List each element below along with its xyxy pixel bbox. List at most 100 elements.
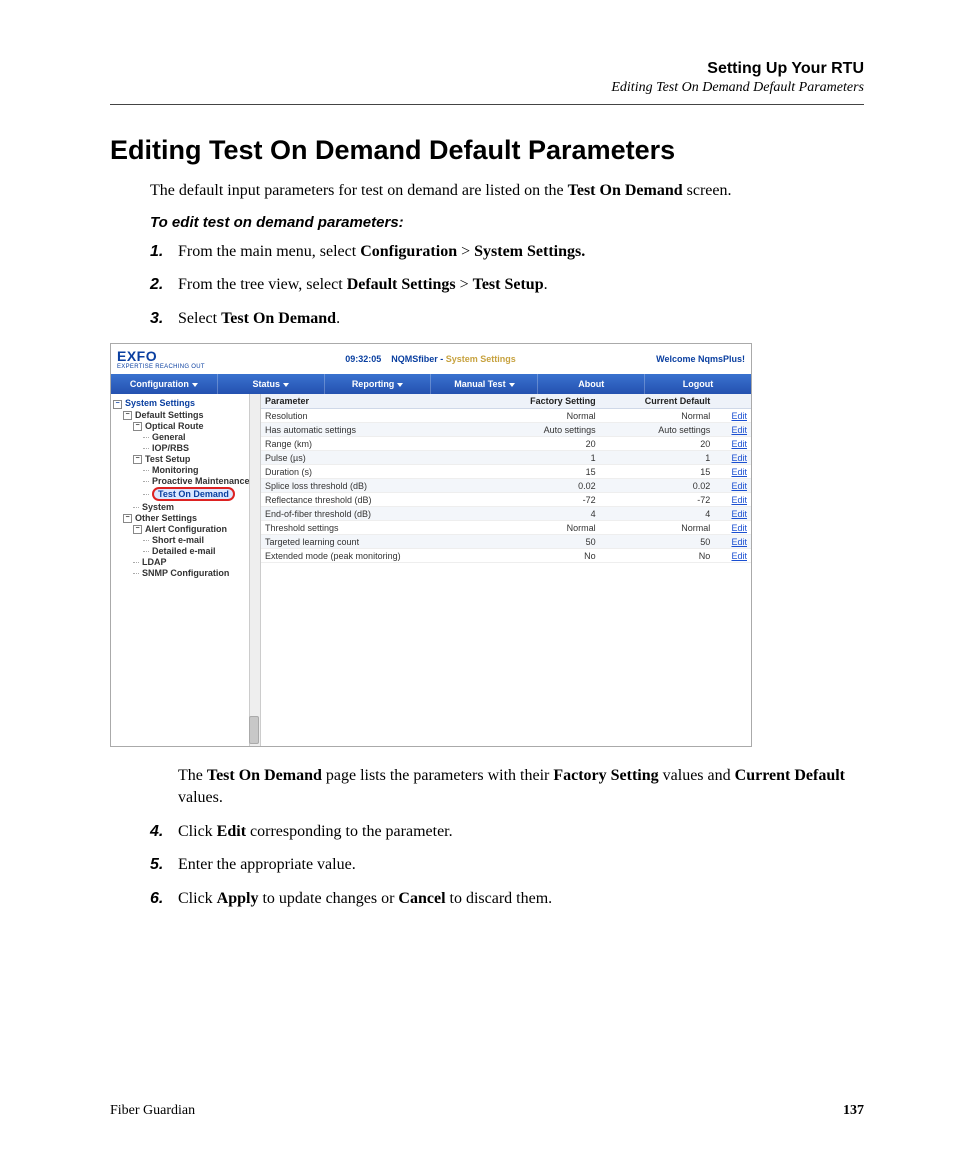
page-title: Editing Test On Demand Default Parameter… — [110, 135, 864, 166]
steps-list-a: 1. From the main menu, select Configurat… — [150, 241, 864, 330]
cell-factory: 20 — [485, 437, 600, 451]
step-3: 3. Select Test On Demand. — [150, 308, 864, 330]
cell-current: Auto settings — [600, 423, 715, 437]
menu-status[interactable]: Status — [218, 374, 325, 394]
tree-scrollbar[interactable] — [249, 394, 260, 746]
cell-factory: Normal — [485, 409, 600, 423]
cell-parameter: Has automatic settings — [261, 423, 485, 437]
tree-monitoring[interactable]: Monitoring — [143, 465, 258, 475]
tree-optical-route[interactable]: Optical Route General IOP/RBS — [133, 421, 258, 453]
table-row: Threshold settingsNormalNormalEdit — [261, 521, 751, 535]
cell-current: 0.02 — [600, 479, 715, 493]
step-number: 4. — [150, 821, 178, 843]
tree-system[interactable]: System — [133, 502, 258, 512]
cell-parameter: End-of-fiber threshold (dB) — [261, 507, 485, 521]
cell-parameter: Range (km) — [261, 437, 485, 451]
logo-tagline: EXPERTISE REACHING OUT — [117, 364, 205, 370]
step-body: Click Edit corresponding to the paramete… — [178, 821, 453, 843]
parameter-table: Parameter Factory Setting Current Defaul… — [261, 394, 751, 563]
cell-edit: Edit — [714, 451, 751, 465]
table-row: Has automatic settingsAuto settingsAuto … — [261, 423, 751, 437]
step-body: From the main menu, select Configuration… — [178, 241, 585, 263]
tree-snmp[interactable]: SNMP Configuration — [133, 568, 258, 578]
chapter-title: Setting Up Your RTU — [110, 60, 864, 78]
menu-about[interactable]: About — [538, 374, 645, 394]
edit-link[interactable]: Edit — [731, 439, 747, 449]
col-current-default: Current Default — [600, 394, 715, 409]
document-page: Setting Up Your RTU Editing Test On Dema… — [0, 0, 954, 1159]
menu-reporting[interactable]: Reporting — [325, 374, 432, 394]
tree-default-settings[interactable]: Default Settings Optical Route General I… — [123, 410, 258, 512]
edit-link[interactable]: Edit — [731, 523, 747, 533]
tree-ldap[interactable]: LDAP — [133, 557, 258, 567]
cell-current: 50 — [600, 535, 715, 549]
step-body: Select Test On Demand. — [178, 308, 340, 330]
step-number: 1. — [150, 241, 178, 263]
intro-pre: The default input parameters for test on… — [150, 182, 568, 199]
step-2: 2. From the tree view, select Default Se… — [150, 274, 864, 296]
footer-product: Fiber Guardian — [110, 1103, 195, 1119]
menu-logout[interactable]: Logout — [645, 374, 751, 394]
tree-root[interactable]: System Settings Default Settings Optical… — [113, 398, 258, 578]
step-1: 1. From the main menu, select Configurat… — [150, 241, 864, 263]
cell-current: 15 — [600, 465, 715, 479]
cell-factory: 4 — [485, 507, 600, 521]
menu-configuration[interactable]: Configuration — [111, 374, 218, 394]
edit-link[interactable]: Edit — [731, 509, 747, 519]
edit-link[interactable]: Edit — [731, 481, 747, 491]
cell-parameter: Splice loss threshold (dB) — [261, 479, 485, 493]
tree-view[interactable]: System Settings Default Settings Optical… — [111, 394, 261, 746]
tree-proactive-maintenance[interactable]: Proactive Maintenance — [143, 476, 258, 486]
cell-current: -72 — [600, 493, 715, 507]
cell-edit: Edit — [714, 409, 751, 423]
cell-parameter: Reflectance threshold (dB) — [261, 493, 485, 507]
running-header: Setting Up Your RTU Editing Test On Dema… — [110, 60, 864, 96]
table-row: Targeted learning count5050Edit — [261, 535, 751, 549]
edit-link[interactable]: Edit — [731, 425, 747, 435]
menu-manual-test[interactable]: Manual Test — [431, 374, 538, 394]
step-body: Enter the appropriate value. — [178, 854, 356, 876]
page-footer: Fiber Guardian 137 — [110, 1103, 864, 1119]
edit-link[interactable]: Edit — [731, 453, 747, 463]
edit-link[interactable]: Edit — [731, 537, 747, 547]
tree-other-settings[interactable]: Other Settings Alert Configuration Short… — [123, 513, 258, 578]
table-row: Range (km)2020Edit — [261, 437, 751, 451]
step-number: 3. — [150, 308, 178, 330]
tree-detailed-email[interactable]: Detailed e-mail — [143, 546, 258, 556]
tree-test-on-demand[interactable]: Test On Demand — [143, 487, 258, 501]
tree-short-email[interactable]: Short e-mail — [143, 535, 258, 545]
intro-post: screen. — [683, 182, 732, 199]
cell-edit: Edit — [714, 465, 751, 479]
edit-link[interactable]: Edit — [731, 467, 747, 477]
cell-edit: Edit — [714, 535, 751, 549]
step-4: 4. Click Edit corresponding to the param… — [150, 821, 864, 843]
cell-edit: Edit — [714, 437, 751, 451]
step-number: 5. — [150, 854, 178, 876]
edit-link[interactable]: Edit — [731, 411, 747, 421]
cell-current: 4 — [600, 507, 715, 521]
tree-alert-configuration[interactable]: Alert Configuration Short e-mail Detaile… — [133, 524, 258, 556]
table-row: End-of-fiber threshold (dB)44Edit — [261, 507, 751, 521]
intro-paragraph: The default input parameters for test on… — [150, 180, 864, 202]
grid-body: ResolutionNormalNormalEditHas automatic … — [261, 409, 751, 563]
edit-link[interactable]: Edit — [731, 551, 747, 561]
section-subtitle: Editing Test On Demand Default Parameter… — [110, 80, 864, 96]
tree-general[interactable]: General — [143, 432, 258, 442]
cell-parameter: Threshold settings — [261, 521, 485, 535]
welcome-text: Welcome NqmsPlus! — [656, 354, 745, 364]
scrollbar-thumb[interactable] — [249, 716, 259, 744]
col-edit — [714, 394, 751, 409]
edit-link[interactable]: Edit — [731, 495, 747, 505]
table-row: Pulse (µs)11Edit — [261, 451, 751, 465]
tree-iop-rbs[interactable]: IOP/RBS — [143, 443, 258, 453]
cell-factory: 1 — [485, 451, 600, 465]
cell-current: Normal — [600, 521, 715, 535]
cell-parameter: Duration (s) — [261, 465, 485, 479]
procedure-title: To edit test on demand parameters: — [150, 214, 864, 231]
logo-text: EXFO — [117, 348, 205, 364]
table-row: ResolutionNormalNormalEdit — [261, 409, 751, 423]
tree-test-setup[interactable]: Test Setup Monitoring Proactive Maintena… — [133, 454, 258, 501]
title-center: 09:32:05 NQMSfiber - System Settings — [215, 354, 646, 364]
steps-list-b: 4. Click Edit corresponding to the param… — [150, 821, 864, 910]
table-row: Splice loss threshold (dB)0.020.02Edit — [261, 479, 751, 493]
